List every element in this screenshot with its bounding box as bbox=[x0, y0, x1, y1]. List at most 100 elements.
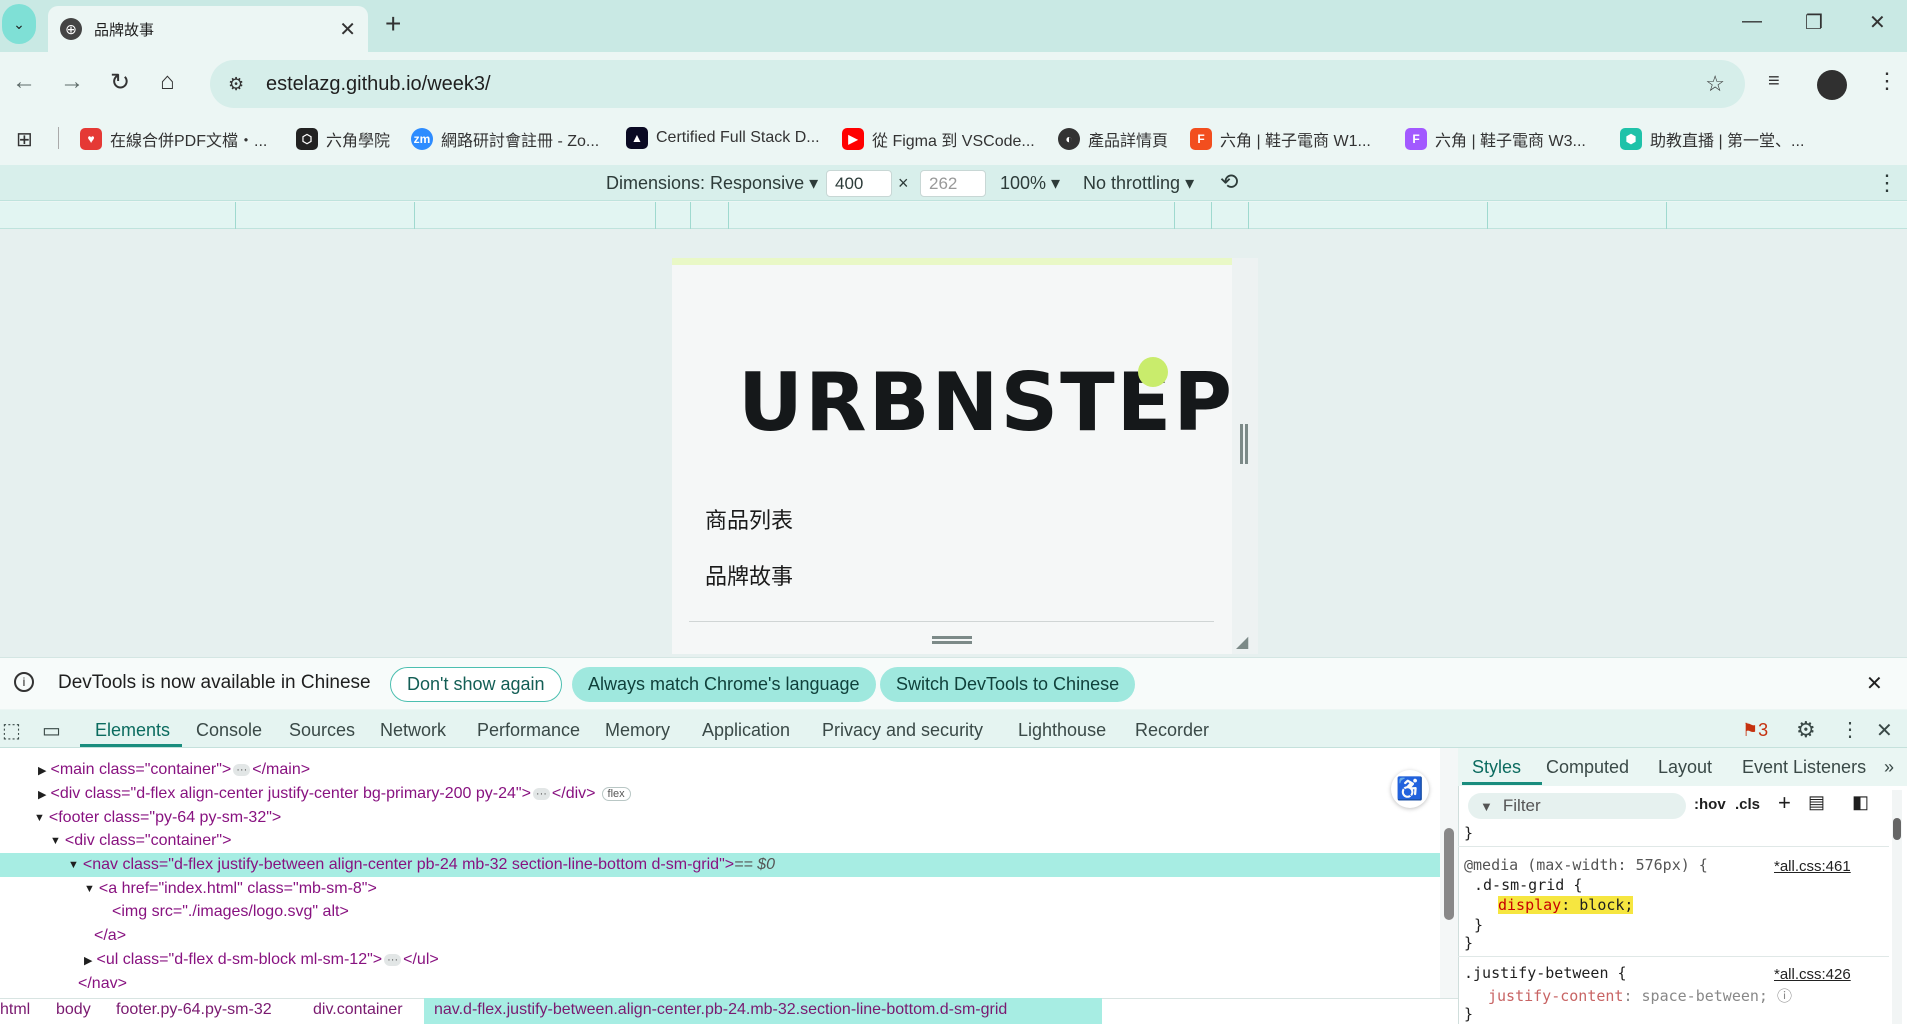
close-infobar-icon[interactable]: ✕ bbox=[1866, 671, 1883, 696]
settings-gear-icon[interactable]: ⚙ bbox=[1796, 717, 1816, 743]
dom-node-ul[interactable]: ▶ <ul class="d-flex d-sm-block ml-sm-12">… bbox=[84, 948, 439, 972]
resize-handle-right[interactable] bbox=[1240, 424, 1248, 464]
bookmark-item[interactable]: ▶ 從 Figma 到 VSCode... bbox=[842, 127, 1035, 151]
apps-icon[interactable]: ⊞ bbox=[16, 127, 33, 152]
nav-link-brand-story[interactable]: 品牌故事 bbox=[705, 559, 793, 591]
elements-scrollbar[interactable] bbox=[1440, 748, 1458, 998]
devtools-menu-icon[interactable]: ⋮ bbox=[1840, 717, 1860, 742]
dom-node-footer[interactable]: ▼ <footer class="py-64 py-sm-32"> bbox=[34, 806, 281, 830]
tab-memory[interactable]: Memory bbox=[605, 720, 670, 741]
bookmark-item[interactable]: ◐ 產品詳情頁 bbox=[1058, 127, 1168, 151]
dom-node-container[interactable]: ▼ <div class="container"> bbox=[50, 829, 231, 853]
height-input[interactable]: 262 bbox=[920, 170, 986, 197]
tab-computed[interactable]: Computed bbox=[1546, 757, 1629, 778]
more-tabs-icon[interactable]: » bbox=[1884, 757, 1894, 778]
rotate-icon[interactable]: ⟲ bbox=[1220, 169, 1238, 195]
chevron-down-icon: ⌄ bbox=[13, 15, 25, 32]
breadcrumb-footer[interactable]: footer.py-64.py-sm-32 bbox=[116, 1001, 272, 1019]
dimensions-dropdown[interactable]: Dimensions: Responsive ▾ bbox=[606, 173, 818, 194]
tab-sources[interactable]: Sources bbox=[289, 720, 355, 741]
more-options-icon[interactable]: ⋮ bbox=[1876, 170, 1898, 196]
media-query-ruler[interactable] bbox=[0, 202, 1907, 229]
tab-application[interactable]: Application bbox=[702, 720, 790, 741]
dom-node-anchor[interactable]: ▼ <a href="index.html" class="mb-sm-8"> bbox=[84, 877, 377, 901]
breadcrumb-html[interactable]: html bbox=[0, 1001, 30, 1019]
tab-event-listeners[interactable]: Event Listeners bbox=[1742, 757, 1866, 778]
tab-styles[interactable]: Styles bbox=[1472, 757, 1521, 778]
bookmark-item[interactable]: ⬡ 六角學院 bbox=[296, 127, 390, 151]
resize-corner-icon[interactable]: ◢ bbox=[1236, 632, 1248, 652]
dom-node-banner-div[interactable]: ▶ <div class="d-flex align-center justify… bbox=[38, 782, 631, 806]
tab-layout[interactable]: Layout bbox=[1658, 757, 1712, 778]
paint-icon[interactable]: ▤ bbox=[1808, 792, 1825, 813]
device-toggle-icon[interactable]: ▭ bbox=[42, 718, 61, 743]
dom-node-anchor-close[interactable]: </a> bbox=[94, 924, 126, 948]
sidebar-toggle-icon[interactable]: ◧ bbox=[1852, 792, 1869, 813]
bookmark-item[interactable]: zm 網路研討會註冊 - Zo... bbox=[411, 127, 599, 151]
always-match-language-button[interactable]: Always match Chrome's language bbox=[572, 667, 876, 702]
bookmark-item[interactable]: ▲ Certified Full Stack D... bbox=[626, 127, 820, 149]
restore-button[interactable]: ❐ bbox=[1805, 10, 1823, 35]
bookmark-item[interactable]: ⬢ 助教直播 | 第一堂、... bbox=[1620, 127, 1804, 151]
bookmark-item[interactable]: F 六角 | 鞋子電商 W3... bbox=[1405, 127, 1586, 151]
times-sign: × bbox=[898, 173, 909, 193]
css-declaration[interactable]: display: block; bbox=[1498, 896, 1634, 914]
forward-icon[interactable]: → bbox=[60, 68, 84, 96]
nav-link-products[interactable]: 商品列表 bbox=[705, 503, 793, 535]
back-icon[interactable]: ← bbox=[12, 68, 36, 96]
add-rule-icon[interactable]: + bbox=[1778, 790, 1791, 816]
bookmark-star-icon[interactable]: ☆ bbox=[1705, 71, 1725, 97]
source-link[interactable]: *all.css:461 bbox=[1774, 858, 1851, 875]
new-tab-button[interactable]: + bbox=[385, 8, 401, 40]
tab-elements[interactable]: Elements bbox=[95, 720, 170, 741]
tab-recorder[interactable]: Recorder bbox=[1135, 720, 1209, 741]
source-link[interactable]: *all.css:426 bbox=[1774, 966, 1851, 983]
device-toolbar: Dimensions: Responsive ▾ 400 × 262 100% … bbox=[0, 165, 1907, 201]
site-info-icon[interactable]: ⚙ bbox=[228, 74, 252, 95]
dom-node-img[interactable]: <img src="./images/logo.svg" alt> bbox=[112, 900, 349, 924]
close-window-button[interactable]: ✕ bbox=[1869, 10, 1886, 35]
figma-icon: F bbox=[1405, 128, 1427, 150]
breadcrumb-nav[interactable]: nav.d-flex.justify-between.align-center.… bbox=[434, 1001, 1007, 1019]
tab-privacy-security[interactable]: Privacy and security bbox=[822, 720, 983, 741]
close-devtools-icon[interactable]: ✕ bbox=[1876, 718, 1893, 743]
media-control-icon[interactable]: ≡ bbox=[1768, 70, 1780, 93]
menu-icon[interactable]: ⋮ bbox=[1876, 68, 1898, 94]
breadcrumb-container[interactable]: div.container bbox=[313, 1001, 403, 1019]
hov-toggle[interactable]: :hov bbox=[1694, 796, 1726, 813]
tab-lighthouse[interactable]: Lighthouse bbox=[1018, 720, 1106, 741]
reload-icon[interactable]: ↻ bbox=[110, 68, 130, 97]
bookmark-item[interactable]: ♥ 在線合併PDF文檔・... bbox=[80, 127, 267, 151]
width-input[interactable]: 400 bbox=[826, 170, 892, 197]
home-icon[interactable]: ⌂ bbox=[160, 68, 175, 96]
tab-network[interactable]: Network bbox=[380, 720, 446, 741]
close-tab-icon[interactable]: ✕ bbox=[339, 17, 356, 42]
tab-console[interactable]: Console bbox=[196, 720, 262, 741]
resize-handle-bottom[interactable] bbox=[932, 636, 972, 644]
zoom-dropdown[interactable]: 100% ▾ bbox=[1000, 173, 1060, 194]
dom-node-nav-close[interactable]: </nav> bbox=[78, 972, 127, 996]
css-declaration-inactive[interactable]: justify-content: space-between; ⓘ bbox=[1488, 985, 1792, 1006]
bookmark-divider bbox=[58, 127, 59, 149]
issues-badge[interactable]: ⚑3 bbox=[1742, 720, 1768, 741]
breadcrumb-body[interactable]: body bbox=[56, 1001, 91, 1019]
bookmark-item[interactable]: F 六角 | 鞋子電商 W1... bbox=[1190, 127, 1371, 151]
cls-toggle[interactable]: .cls bbox=[1735, 796, 1760, 813]
dont-show-again-button[interactable]: Don't show again bbox=[390, 667, 562, 702]
inspect-element-icon[interactable]: ⬚ bbox=[2, 718, 21, 743]
throttling-dropdown[interactable]: No throttling ▾ bbox=[1083, 173, 1194, 194]
styles-scrollbar[interactable] bbox=[1892, 790, 1902, 1024]
tab-performance[interactable]: Performance bbox=[477, 720, 580, 741]
avatar[interactable] bbox=[1817, 70, 1847, 100]
switch-to-chinese-button[interactable]: Switch DevTools to Chinese bbox=[880, 667, 1136, 702]
bookmarks-bar: ⊞ ♥ 在線合併PDF文檔・... ⬡ 六角學院 zm 網路研討會註冊 - Zo...… bbox=[0, 118, 1907, 156]
dom-node-main[interactable]: ▶ <main class="container"> ··· </main> bbox=[38, 758, 310, 782]
flex-badge[interactable]: flex bbox=[601, 787, 631, 801]
accessibility-tree-button[interactable]: ♿ bbox=[1391, 770, 1429, 808]
dom-node-nav[interactable]: ▼ <nav class="d-flex justify-between alig… bbox=[68, 853, 775, 877]
styles-filter-input[interactable]: ▼ Filter bbox=[1468, 793, 1686, 819]
minimize-button[interactable]: — bbox=[1742, 10, 1762, 33]
browser-tab[interactable]: ⊕ 品牌故事 ✕ bbox=[48, 6, 368, 52]
tab-search-button[interactable]: ⌄ bbox=[2, 4, 36, 44]
address-bar[interactable]: ⚙ estelazg.github.io/week3/ ☆ bbox=[210, 60, 1745, 108]
